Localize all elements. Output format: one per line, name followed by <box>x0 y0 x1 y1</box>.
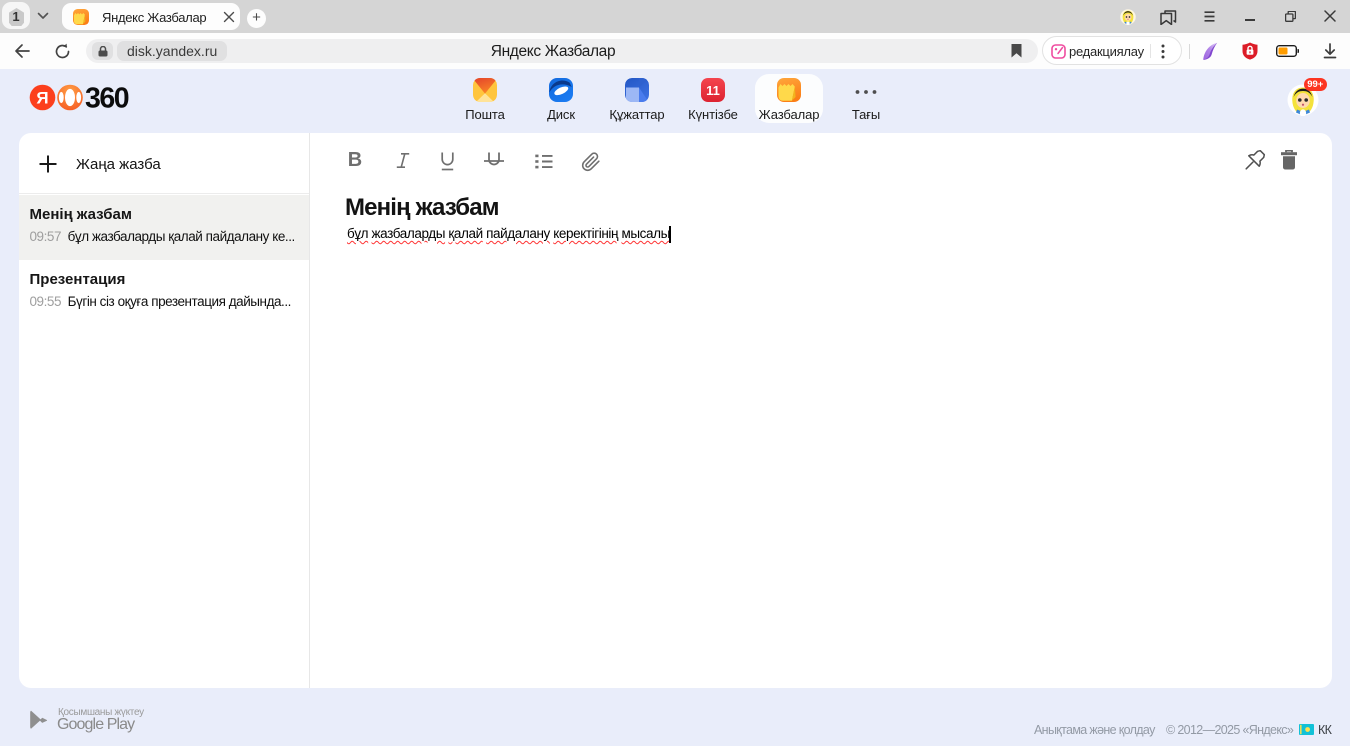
svg-text:Я: Я <box>36 89 48 108</box>
svg-text:11: 11 <box>706 83 720 98</box>
svg-text:360: 360 <box>85 84 129 112</box>
